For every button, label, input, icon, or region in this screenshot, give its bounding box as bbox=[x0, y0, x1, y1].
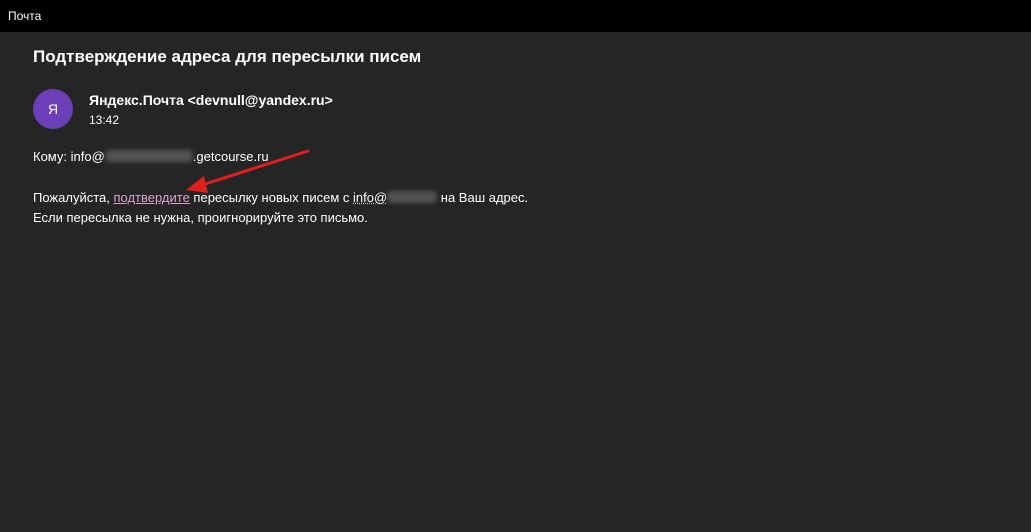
recipient-prefix: Кому: info@ bbox=[33, 149, 105, 164]
annotation-arrow bbox=[186, 149, 310, 193]
app-title: Почта bbox=[8, 9, 42, 23]
redacted-block bbox=[104, 150, 193, 162]
recipient-suffix: .getcourse.ru bbox=[192, 149, 269, 164]
body-paragraph-1: Пожалуйста, подтвердите пересылку новых … bbox=[33, 189, 528, 206]
sender-avatar[interactable]: Я bbox=[33, 89, 73, 129]
confirm-link[interactable]: подтвердите bbox=[113, 190, 189, 205]
body-text-end: на Ваш адрес. bbox=[437, 190, 529, 205]
body-text-middle: пересылку новых писем с bbox=[189, 190, 353, 205]
email-time: 13:42 bbox=[89, 113, 120, 127]
recipient-line: Кому: info@ .getcourse.ru bbox=[33, 148, 269, 165]
redacted-block bbox=[387, 191, 438, 203]
body-text-start: Пожалуйста, bbox=[33, 190, 114, 205]
source-email-start: info@ bbox=[353, 190, 388, 205]
email-subject: Подтверждение адреса для пересылки писем bbox=[33, 47, 422, 66]
sender-name[interactable]: Яндекс.Почта <devnull@yandex.ru> bbox=[89, 91, 333, 109]
title-bar: Почта bbox=[0, 0, 1031, 32]
body-paragraph-2: Если пересылка не нужна, проигнорируйте … bbox=[33, 210, 368, 225]
